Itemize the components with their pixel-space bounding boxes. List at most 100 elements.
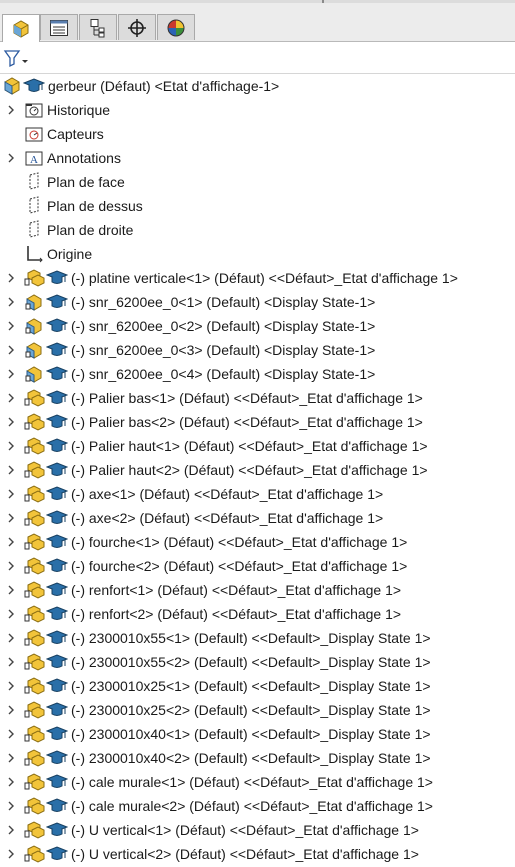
- tree-component-row[interactable]: (-) U vertical<1> (Défaut) <<Défaut>_Eta…: [0, 818, 515, 842]
- component-label: (-) snr_6200ee_0<2> (Default) <Display S…: [71, 318, 376, 334]
- expand-arrow-icon[interactable]: [7, 776, 15, 788]
- property-manager-icon: [50, 19, 68, 36]
- component-label: (-) 2300010x25<2> (Default) <<Default>_D…: [71, 702, 431, 718]
- tree-component-row[interactable]: (-) snr_6200ee_0<2> (Default) <Display S…: [0, 314, 515, 338]
- component-label: (-) Palier bas<1> (Défaut) <<Défaut>_Eta…: [71, 390, 423, 406]
- expand-arrow-icon[interactable]: [7, 344, 15, 356]
- component-assembly-icon: [24, 845, 45, 863]
- tree-component-row[interactable]: (-) cale murale<1> (Défaut) <<Défaut>_Et…: [0, 770, 515, 794]
- component-assembly-icon: [24, 509, 45, 527]
- tree-component-row[interactable]: (-) 2300010x25<1> (Default) <<Default>_D…: [0, 674, 515, 698]
- expand-arrow-icon[interactable]: [7, 560, 15, 572]
- expand-arrow-icon[interactable]: [7, 584, 15, 596]
- expand-arrow-icon[interactable]: [7, 416, 15, 428]
- component-assembly-icon: [25, 366, 42, 383]
- tab-feature-manager[interactable]: [2, 14, 40, 42]
- sensors-folder-icon: [25, 127, 43, 142]
- component-assembly-icon: [24, 485, 45, 503]
- tree-item-label: Origine: [47, 246, 93, 262]
- tree-folder-annotations-folder[interactable]: A Annotations: [0, 146, 515, 170]
- component-label: (-) cale murale<1> (Défaut) <<Défaut>_Et…: [71, 774, 433, 790]
- tree-component-row[interactable]: (-) cale murale<2> (Défaut) <<Défaut>_Et…: [0, 794, 515, 818]
- tree-component-row[interactable]: (-) fourche<1> (Défaut) <<Défaut>_Etat d…: [0, 530, 515, 554]
- tree-item-label: Historique: [47, 102, 111, 118]
- expand-arrow-icon[interactable]: [7, 728, 15, 740]
- tree-folder-plane[interactable]: Plan de dessus: [0, 194, 515, 218]
- tree-component-row[interactable]: (-) 2300010x55<2> (Default) <<Default>_D…: [0, 650, 515, 674]
- expand-arrow-icon[interactable]: [7, 320, 15, 332]
- expand-arrow-icon[interactable]: [7, 848, 15, 860]
- tree-folder-origin[interactable]: Origine: [0, 242, 515, 266]
- tree-component-row[interactable]: (-) fourche<2> (Défaut) <<Défaut>_Etat d…: [0, 554, 515, 578]
- tree-component-row[interactable]: (-) 2300010x25<2> (Default) <<Default>_D…: [0, 698, 515, 722]
- expand-arrow-icon[interactable]: [7, 152, 15, 164]
- tree-folder-history-folder[interactable]: Historique: [0, 98, 515, 122]
- tree-item-label: Plan de droite: [47, 222, 134, 238]
- expand-arrow-icon[interactable]: [7, 368, 15, 380]
- tree-component-row[interactable]: (-) Palier bas<2> (Défaut) <<Défaut>_Eta…: [0, 410, 515, 434]
- expand-arrow-icon[interactable]: [7, 656, 15, 668]
- tree-folder-plane[interactable]: Plan de face: [0, 170, 515, 194]
- tree-root-assembly[interactable]: gerbeur (Défaut) <Etat d'affichage-1>: [0, 74, 515, 98]
- expand-arrow-icon[interactable]: [7, 488, 15, 500]
- component-assembly-icon: [24, 557, 45, 575]
- display-state-icon: [46, 726, 68, 740]
- svg-text:A: A: [30, 154, 38, 166]
- tab-property-manager[interactable]: [40, 14, 78, 40]
- component-label: (-) 2300010x40<2> (Default) <<Default>_D…: [71, 750, 431, 766]
- tree-component-row[interactable]: (-) 2300010x55<1> (Default) <<Default>_D…: [0, 626, 515, 650]
- expand-arrow-icon[interactable]: [7, 704, 15, 716]
- expand-arrow-icon[interactable]: [7, 272, 15, 284]
- tree-component-row[interactable]: (-) 2300010x40<2> (Default) <<Default>_D…: [0, 746, 515, 770]
- tree-folder-sensors-folder[interactable]: Capteurs: [0, 122, 515, 146]
- tab-display-manager[interactable]: [157, 14, 195, 40]
- expand-arrow-icon[interactable]: [7, 464, 15, 476]
- display-state-icon: [46, 390, 68, 404]
- tree-component-row[interactable]: (-) snr_6200ee_0<4> (Default) <Display S…: [0, 362, 515, 386]
- dimxpert-manager-icon: [128, 18, 146, 37]
- component-assembly-icon: [24, 629, 45, 647]
- expand-arrow-icon[interactable]: [7, 512, 15, 524]
- expand-arrow-icon[interactable]: [7, 536, 15, 548]
- origin-icon: [27, 246, 43, 263]
- expand-arrow-icon[interactable]: [7, 392, 15, 404]
- tree-component-row[interactable]: (-) Palier bas<1> (Défaut) <<Défaut>_Eta…: [0, 386, 515, 410]
- expand-arrow-icon[interactable]: [7, 752, 15, 764]
- component-label: (-) 2300010x55<1> (Default) <<Default>_D…: [71, 630, 431, 646]
- component-assembly-icon: [24, 677, 45, 695]
- tree-component-row[interactable]: (-) snr_6200ee_0<1> (Default) <Display S…: [0, 290, 515, 314]
- component-label: (-) U vertical<2> (Défaut) <<Défaut>_Eta…: [71, 846, 419, 862]
- tree-component-row[interactable]: (-) renfort<2> (Défaut) <<Défaut>_Etat d…: [0, 602, 515, 626]
- tree-component-row[interactable]: (-) renfort<1> (Défaut) <<Défaut>_Etat d…: [0, 578, 515, 602]
- panel-top-border: [0, 0, 515, 3]
- tree-component-row[interactable]: (-) U vertical<2> (Défaut) <<Défaut>_Eta…: [0, 842, 515, 866]
- expand-arrow-icon[interactable]: [7, 608, 15, 620]
- display-state-icon: [46, 414, 68, 428]
- display-state-icon: [46, 294, 68, 308]
- expand-arrow-icon[interactable]: [7, 296, 15, 308]
- tree-component-row[interactable]: (-) Palier haut<1> (Défaut) <<Défaut>_Et…: [0, 434, 515, 458]
- resize-notch[interactable]: [322, 0, 324, 3]
- tab-configuration-manager[interactable]: [79, 14, 117, 40]
- expand-arrow-icon[interactable]: [7, 824, 15, 836]
- expand-arrow-icon[interactable]: [7, 680, 15, 692]
- tree-component-row[interactable]: (-) axe<1> (Défaut) <<Défaut>_Etat d'aff…: [0, 482, 515, 506]
- tree-component-row[interactable]: (-) snr_6200ee_0<3> (Default) <Display S…: [0, 338, 515, 362]
- tree-component-row[interactable]: (-) 2300010x40<1> (Default) <<Default>_D…: [0, 722, 515, 746]
- tab-dimxpert-manager[interactable]: [118, 14, 156, 40]
- component-label: (-) Palier haut<1> (Défaut) <<Défaut>_Et…: [71, 438, 428, 454]
- tree-folder-plane[interactable]: Plan de droite: [0, 218, 515, 242]
- display-state-icon: [46, 846, 68, 860]
- tree-item-label: Capteurs: [47, 126, 104, 142]
- expand-arrow-icon[interactable]: [7, 104, 15, 116]
- expand-arrow-icon[interactable]: [7, 440, 15, 452]
- tree-component-row[interactable]: (-) Palier haut<2> (Défaut) <<Défaut>_Et…: [0, 458, 515, 482]
- expand-arrow-icon[interactable]: [7, 800, 15, 812]
- display-state-icon: [23, 78, 45, 92]
- expand-arrow-icon[interactable]: [7, 632, 15, 644]
- display-state-icon: [46, 486, 68, 500]
- filter-button[interactable]: [3, 47, 31, 69]
- component-label: (-) axe<2> (Défaut) <<Défaut>_Etat d'aff…: [71, 510, 384, 526]
- tree-component-row[interactable]: (-) axe<2> (Défaut) <<Défaut>_Etat d'aff…: [0, 506, 515, 530]
- tree-component-row[interactable]: (-) platine verticale<1> (Défaut) <<Défa…: [0, 266, 515, 290]
